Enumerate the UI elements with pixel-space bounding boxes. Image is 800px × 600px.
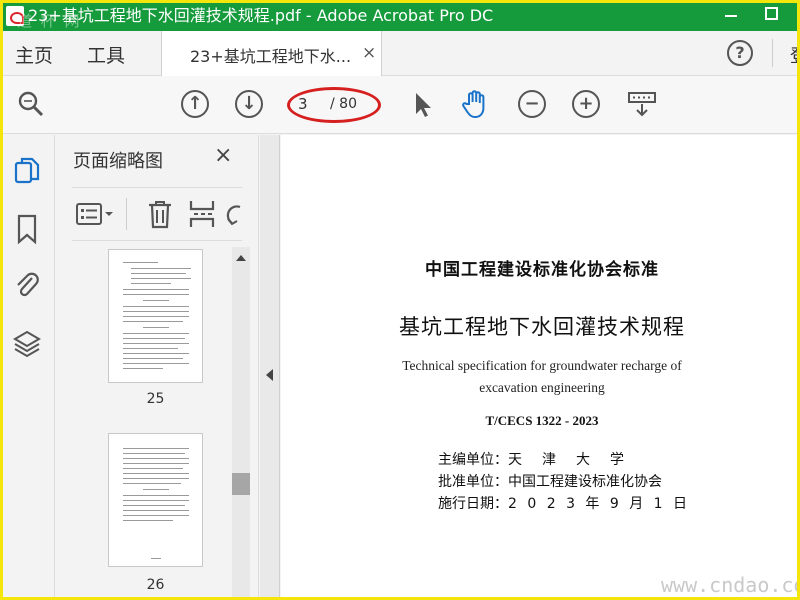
meta-key: 施行日期： xyxy=(438,496,508,512)
insert-page-icon[interactable] xyxy=(188,199,216,229)
page-thumbnail[interactable] xyxy=(108,433,203,567)
delete-icon[interactable] xyxy=(147,199,173,229)
navigation-rail xyxy=(3,135,55,597)
close-tab-icon[interactable]: × xyxy=(362,43,376,63)
help-icon[interactable]: ? xyxy=(727,40,753,66)
rotate-icon[interactable] xyxy=(226,201,242,229)
doc-title-en-line2: excavation engineering xyxy=(479,380,605,395)
bookmark-icon[interactable] xyxy=(13,213,41,245)
pages-icon[interactable] xyxy=(13,155,41,187)
marquee-zoom-icon[interactable] xyxy=(627,90,657,118)
thumbnail-tools xyxy=(72,187,242,241)
minimize-button[interactable] xyxy=(725,15,737,17)
options-list-icon[interactable] xyxy=(76,202,114,228)
meta-value: 中国工程建设标准化协会 xyxy=(508,474,662,490)
main-toolbar: ↑ ↓ / 80 − + xyxy=(3,76,797,134)
window-title: 23+基坑工程地下水回灌技术规程.pdf - Adobe Acrobat Pro… xyxy=(28,6,494,25)
tab-document[interactable]: 23+基坑工程地下水... × xyxy=(162,31,382,76)
thumbnail-page-number: 26 xyxy=(146,577,165,593)
panel-collapse-handle[interactable] xyxy=(260,135,280,597)
toolbar-divider xyxy=(772,39,773,67)
scroll-up-icon[interactable] xyxy=(236,255,246,261)
doc-meta-row: 施行日期：2 0 2 3 年 9 月 1 日 xyxy=(438,493,690,513)
tab-home[interactable]: 主页 xyxy=(15,41,53,68)
layers-icon[interactable] xyxy=(13,327,41,359)
document-page: 中国工程建设标准化协会标准 基坑工程地下水回灌技术规程 Technical sp… xyxy=(281,135,797,597)
tab-tools[interactable]: 工具 xyxy=(87,41,125,68)
meta-key: 批准单位： xyxy=(438,474,508,490)
tab-document-label: 23+基坑工程地下水... xyxy=(190,47,352,66)
doc-meta-row: 批准单位：中国工程建设标准化协会 xyxy=(438,471,662,491)
hand-tool-icon[interactable] xyxy=(460,88,492,120)
thumbnail-scrollbar[interactable] xyxy=(232,247,250,597)
app-window: 道 杯 网 23+基坑工程地下水回灌技术规程.pdf - Adobe Acrob… xyxy=(0,0,800,600)
close-panel-icon[interactable]: × xyxy=(214,143,232,168)
maximize-button[interactable] xyxy=(765,7,778,20)
doc-standard-code: T/CECS 1322 - 2023 xyxy=(485,413,599,428)
site-watermark: www.cndao.com xyxy=(661,573,797,597)
page-thumbnail[interactable] xyxy=(108,249,203,383)
doc-title-en: Technical specification for groundwater … xyxy=(281,355,797,399)
red-annotation-ellipse xyxy=(287,87,381,123)
doc-organization: 中国工程建设标准化协会标准 xyxy=(425,260,659,280)
title-bar: 道 杯 网 23+基坑工程地下水回灌技术规程.pdf - Adobe Acrob… xyxy=(3,3,797,31)
zoom-search-icon[interactable] xyxy=(17,90,45,118)
doc-meta-row: 主编单位：天 津 大 学 xyxy=(438,449,627,469)
zoom-out-icon[interactable]: − xyxy=(518,90,546,118)
zoom-in-icon[interactable]: + xyxy=(572,90,600,118)
tools-divider xyxy=(126,198,127,230)
collapse-arrow-icon[interactable] xyxy=(266,369,273,381)
page-thumbnails-panel: 页面缩略图 × 25 26 xyxy=(56,135,259,597)
page-up-icon[interactable]: ↑ xyxy=(181,90,209,118)
sign-in-button[interactable]: 登 xyxy=(790,42,797,68)
select-arrow-icon[interactable] xyxy=(409,90,437,118)
tab-bar: 主页 工具 23+基坑工程地下水... × ? 登 xyxy=(3,31,797,76)
meta-key: 主编单位： xyxy=(438,452,508,468)
scrollbar-thumb[interactable] xyxy=(232,473,250,495)
attachment-icon[interactable] xyxy=(13,269,41,301)
panel-title: 页面缩略图 xyxy=(73,151,163,172)
page-down-icon[interactable]: ↓ xyxy=(235,90,263,118)
page-number-box: / 80 xyxy=(287,87,381,123)
doc-title-cn: 基坑工程地下水回灌技术规程 xyxy=(399,315,685,339)
doc-title-en-line1: Technical specification for groundwater … xyxy=(402,358,682,373)
meta-value: 天 津 大 学 xyxy=(508,452,627,468)
thumbnail-page-number: 25 xyxy=(146,391,165,407)
meta-value: 2 0 2 3 年 9 月 1 日 xyxy=(508,496,691,512)
